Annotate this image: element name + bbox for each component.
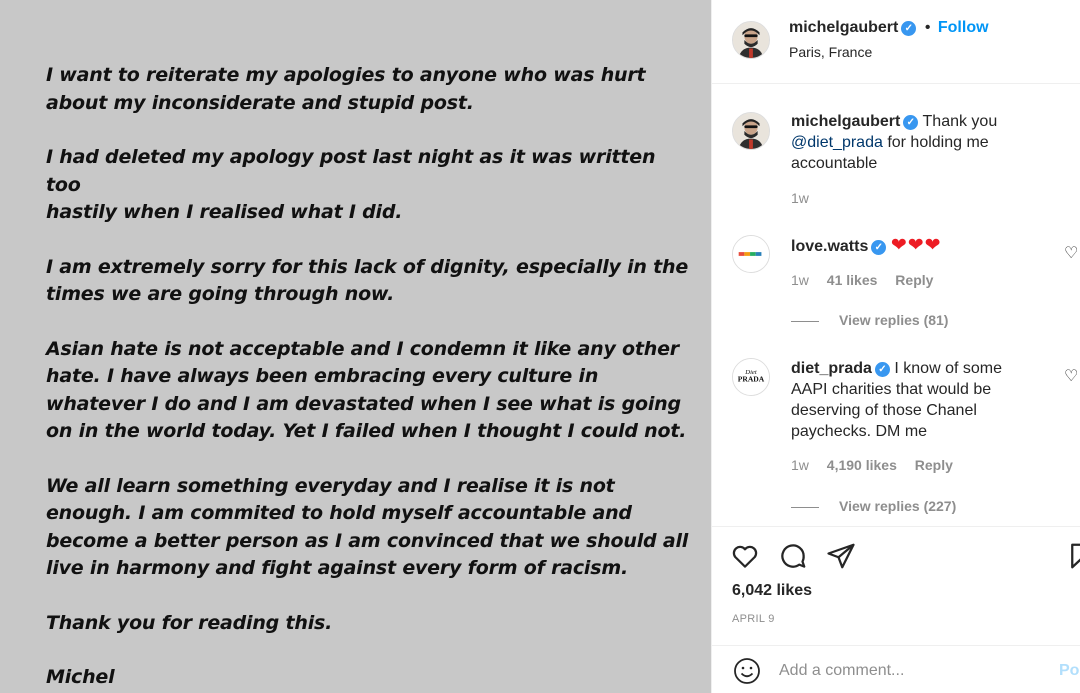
- view-replies-button[interactable]: View replies (227): [791, 498, 956, 514]
- reply-button[interactable]: Reply: [895, 272, 933, 288]
- like-comment-heart-icon[interactable]: ♡: [1064, 243, 1078, 263]
- profile-photo: [733, 113, 769, 149]
- view-replies-button[interactable]: View replies (81): [791, 312, 948, 328]
- divider-line: [791, 320, 819, 322]
- verified-badge-icon: ✓: [871, 240, 887, 255]
- comment-text: diet_prada ✓ I know of some AAPI charitie…: [791, 358, 1031, 442]
- post-comment-button[interactable]: Post: [1059, 662, 1080, 680]
- likes-count[interactable]: 6,042 likes: [732, 582, 812, 600]
- profile-photo: Diet PRADA: [733, 359, 769, 395]
- statement-paragraph: Thank you for reading this.: [46, 611, 333, 634]
- statement-paragraph: We all learn something everyday and I re…: [46, 474, 689, 580]
- profile-photo: [733, 22, 769, 58]
- comment-meta: 1w 4,190 likes Reply: [791, 457, 967, 473]
- comment-input[interactable]: [779, 658, 1049, 684]
- follow-button[interactable]: Follow: [938, 19, 989, 36]
- post-actions: 6,042 likes APRIL 9: [712, 526, 1080, 636]
- view-replies-label: View replies (227): [839, 498, 957, 514]
- post-image: I want to reiterate my apologies to anyo…: [0, 0, 711, 693]
- comment-meta: 1w: [791, 190, 823, 206]
- mention-link[interactable]: @diet_prada: [791, 134, 883, 151]
- username[interactable]: michelgaubert: [789, 19, 898, 36]
- statement-paragraph: I want to reiterate my apologies to anyo…: [46, 64, 646, 114]
- statement-paragraph: I had deleted my apology post last night…: [46, 146, 656, 223]
- avatar[interactable]: [732, 112, 770, 150]
- statement-paragraph: I am extremely sorry for this lack of di…: [46, 255, 689, 306]
- reply-button[interactable]: Reply: [915, 457, 953, 473]
- comment-likes[interactable]: 4,190 likes: [827, 457, 897, 473]
- svg-text:PRADA: PRADA: [738, 375, 765, 384]
- verified-badge-icon: ✓: [901, 21, 917, 36]
- add-comment-bar: Post: [712, 645, 1080, 693]
- emoji-icon[interactable]: [732, 656, 762, 686]
- post-date[interactable]: APRIL 9: [732, 613, 775, 625]
- separator-dot: •: [924, 19, 931, 36]
- heart-icon[interactable]: [730, 541, 760, 571]
- statement-signature: Michel: [46, 666, 115, 688]
- comment-likes[interactable]: 41 likes: [827, 272, 878, 288]
- comment-time[interactable]: 1w: [791, 272, 809, 288]
- comment-time[interactable]: 1w: [791, 457, 809, 473]
- location-link[interactable]: Paris, France: [789, 44, 872, 60]
- comment-time[interactable]: 1w: [791, 190, 809, 206]
- like-comment-heart-icon[interactable]: ♡: [1064, 366, 1078, 386]
- avatar[interactable]: [732, 235, 770, 273]
- avatar[interactable]: [732, 21, 770, 59]
- username[interactable]: diet_prada: [791, 360, 872, 377]
- view-replies-label: View replies (81): [839, 312, 949, 328]
- divider-line: [791, 506, 819, 508]
- avatar[interactable]: Diet PRADA: [732, 358, 770, 396]
- caption-text-part: Thank you: [922, 113, 998, 130]
- more-icon[interactable]: ⋮: [1072, 26, 1080, 51]
- header-user-line: michelgaubert ✓ • Follow: [789, 19, 989, 37]
- comment-icon[interactable]: [778, 541, 808, 571]
- comment-text: love.watts ✓ ❤❤❤: [791, 235, 1031, 257]
- statement-paragraph: Asian hate is not acceptable and I conde…: [46, 337, 687, 443]
- post-header: michelgaubert✓ • Follow Paris, France ⋮: [712, 0, 1080, 84]
- username[interactable]: love.watts: [791, 238, 868, 255]
- caption-text: michelgaubert ✓ Thank you @diet_prada for…: [791, 111, 1021, 174]
- comment-list: michelgaubert ✓ Thank you @diet_prada for…: [712, 85, 1080, 525]
- comment-meta: 1w 41 likes Reply: [791, 272, 947, 288]
- verified-badge-icon: ✓: [874, 362, 890, 377]
- verified-badge-icon: ✓: [903, 115, 919, 130]
- username[interactable]: michelgaubert: [791, 113, 900, 130]
- post-side-panel: michelgaubert✓ • Follow Paris, France ⋮: [711, 0, 1080, 693]
- bookmark-icon[interactable]: [1066, 541, 1080, 571]
- share-icon[interactable]: [826, 541, 856, 571]
- profile-photo: [733, 236, 769, 272]
- heart-emoji-text: ❤❤❤: [890, 235, 942, 256]
- statement-text: I want to reiterate my apologies to anyo…: [46, 62, 696, 693]
